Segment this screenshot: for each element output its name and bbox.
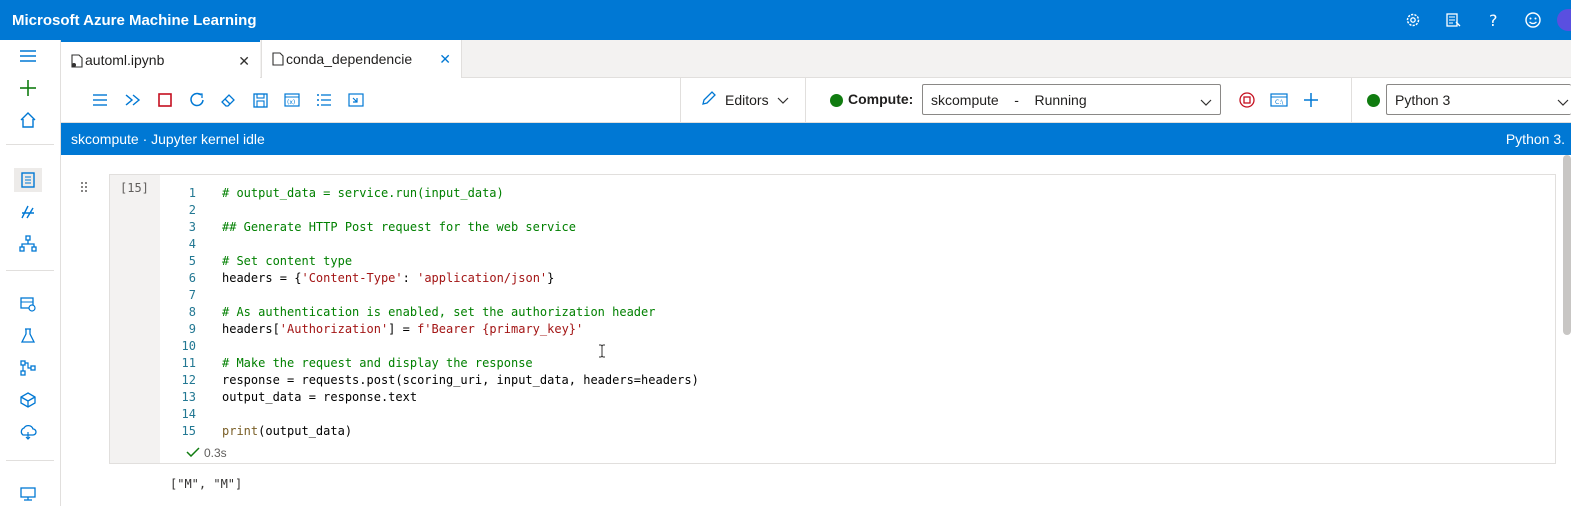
notebook-toolbar: (x) Editors Compute: skcompute - Running…	[61, 78, 1571, 123]
compute-status-dot	[830, 94, 843, 107]
top-bar-icons: ?	[1393, 0, 1571, 40]
notebook-icon[interactable]	[14, 168, 42, 192]
home-icon[interactable]	[14, 108, 42, 132]
top-bar: Microsoft Azure Machine Learning ?	[0, 0, 1571, 40]
code-line: # Make the request and display the respo…	[222, 356, 533, 370]
pipelines-icon[interactable]	[14, 356, 42, 380]
drag-handle-icon[interactable]	[80, 180, 88, 198]
kernel-value: Python 3	[1395, 91, 1451, 108]
variables-icon[interactable]: (x)	[281, 90, 303, 110]
code-editor[interactable]: 1 # output_data = service.run(input_data…	[160, 175, 1555, 445]
smiley-icon[interactable]	[1513, 0, 1553, 40]
line-number: 1	[188, 186, 196, 200]
plus-icon[interactable]	[14, 76, 42, 100]
run-all-icon[interactable]	[122, 90, 144, 110]
scrollbar[interactable]	[1563, 155, 1571, 335]
execution-timing: 0.3s	[186, 446, 227, 460]
line-number: 2	[188, 203, 196, 217]
chevron-down-icon	[1200, 94, 1212, 110]
line-number: 10	[181, 339, 196, 353]
save-icon[interactable]	[249, 90, 271, 110]
line-number: 3	[188, 220, 196, 234]
models-icon[interactable]	[14, 388, 42, 412]
code-line: # Set content type	[222, 254, 353, 268]
compute-value: skcompute - Running	[931, 91, 1087, 108]
code-line: output_data = response.text	[222, 390, 418, 404]
code-cell[interactable]: [15] 1 # output_data = service.run(input…	[109, 174, 1556, 464]
kernel-status-dot	[1367, 94, 1380, 107]
code-line: ## Generate HTTP Post request for the we…	[222, 220, 577, 234]
close-icon[interactable]: ✕	[238, 53, 250, 70]
clear-output-icon[interactable]	[217, 90, 239, 110]
execution-count: [15]	[120, 181, 149, 195]
kernel-status-text: skcompute · Jupyter kernel idle	[71, 131, 265, 147]
line-number: 8	[188, 305, 196, 319]
endpoints-icon[interactable]	[14, 420, 42, 444]
text-cursor-icon	[598, 344, 606, 363]
svg-text:?: ?	[1489, 12, 1498, 28]
tab-bar: automl.ipynb ✕ conda_dependencie ✕	[61, 40, 1571, 78]
tab-label: automl.ipynb	[85, 52, 165, 68]
compute-label: Compute:	[848, 91, 914, 107]
svg-text:(x): (x)	[287, 99, 295, 106]
line-number: 15	[181, 424, 196, 438]
stop-icon[interactable]	[154, 90, 176, 110]
line-number: 11	[181, 356, 196, 370]
file-icon	[272, 52, 284, 69]
experiments-icon[interactable]	[14, 324, 42, 348]
restart-icon[interactable]	[186, 90, 208, 110]
svg-text:C:\: C:\	[1275, 99, 1284, 106]
code-line: print(output_data)	[222, 424, 353, 438]
tab-conda[interactable]: conda_dependencie ✕	[261, 40, 462, 78]
help-icon[interactable]: ?	[1473, 0, 1513, 40]
cell-output: ["M", "M"]	[170, 477, 243, 491]
kernel-language-text: Python 3.	[1505, 131, 1565, 147]
code-line: # output_data = service.run(input_data)	[222, 186, 504, 200]
line-number: 14	[181, 407, 196, 421]
terminal-icon[interactable]: C:\	[1268, 90, 1290, 110]
kernel-select[interactable]: Python 3	[1386, 84, 1571, 115]
notebook-file-icon	[71, 54, 83, 71]
menu-list-icon[interactable]	[89, 90, 111, 110]
pen-icon	[701, 90, 717, 109]
line-number: 13	[181, 390, 196, 404]
checkmark-icon	[186, 446, 200, 460]
hamburger-icon[interactable]	[14, 44, 42, 68]
tab-automl[interactable]: automl.ipynb ✕	[61, 40, 260, 78]
line-number: 12	[181, 373, 196, 387]
editors-dropdown[interactable]: Editors	[701, 90, 789, 109]
close-icon[interactable]: ✕	[439, 51, 451, 68]
add-compute-icon[interactable]	[1300, 90, 1322, 110]
chevron-down-icon	[777, 92, 789, 108]
app-title: Microsoft Azure Machine Learning	[12, 11, 257, 29]
collapse-icon[interactable]	[345, 90, 367, 110]
outline-icon[interactable]	[313, 90, 335, 110]
editors-label: Editors	[725, 91, 769, 108]
compute-select[interactable]: skcompute - Running	[922, 84, 1221, 115]
feedback-list-icon[interactable]	[1433, 0, 1473, 40]
code-line: response = requests.post(scoring_uri, in…	[222, 373, 699, 387]
line-number: 7	[188, 288, 196, 302]
stop-compute-icon[interactable]	[1236, 90, 1258, 110]
code-line: headers = {'Content-Type': 'application/…	[222, 271, 555, 285]
chevron-down-icon	[1557, 94, 1569, 110]
tab-label: conda_dependencie	[286, 51, 413, 67]
avatar[interactable]	[1557, 9, 1571, 31]
code-line: # As authentication is enabled, set the …	[222, 305, 656, 319]
designer-icon[interactable]	[14, 232, 42, 256]
automl-icon[interactable]	[14, 200, 42, 224]
cell-gutter: [15]	[110, 175, 160, 463]
line-number: 6	[188, 271, 196, 285]
line-number: 4	[188, 237, 196, 251]
datasets-icon[interactable]	[14, 292, 42, 316]
line-number: 5	[188, 254, 196, 268]
left-nav	[0, 40, 61, 506]
kernel-status-bar: skcompute · Jupyter kernel idle Python 3…	[61, 123, 1571, 155]
line-number: 9	[188, 322, 196, 336]
code-line: headers['Authorization'] = f'Bearer {pri…	[222, 322, 584, 336]
timing-value: 0.3s	[204, 446, 227, 460]
compute-icon[interactable]	[14, 482, 42, 506]
gear-icon[interactable]	[1393, 0, 1433, 40]
